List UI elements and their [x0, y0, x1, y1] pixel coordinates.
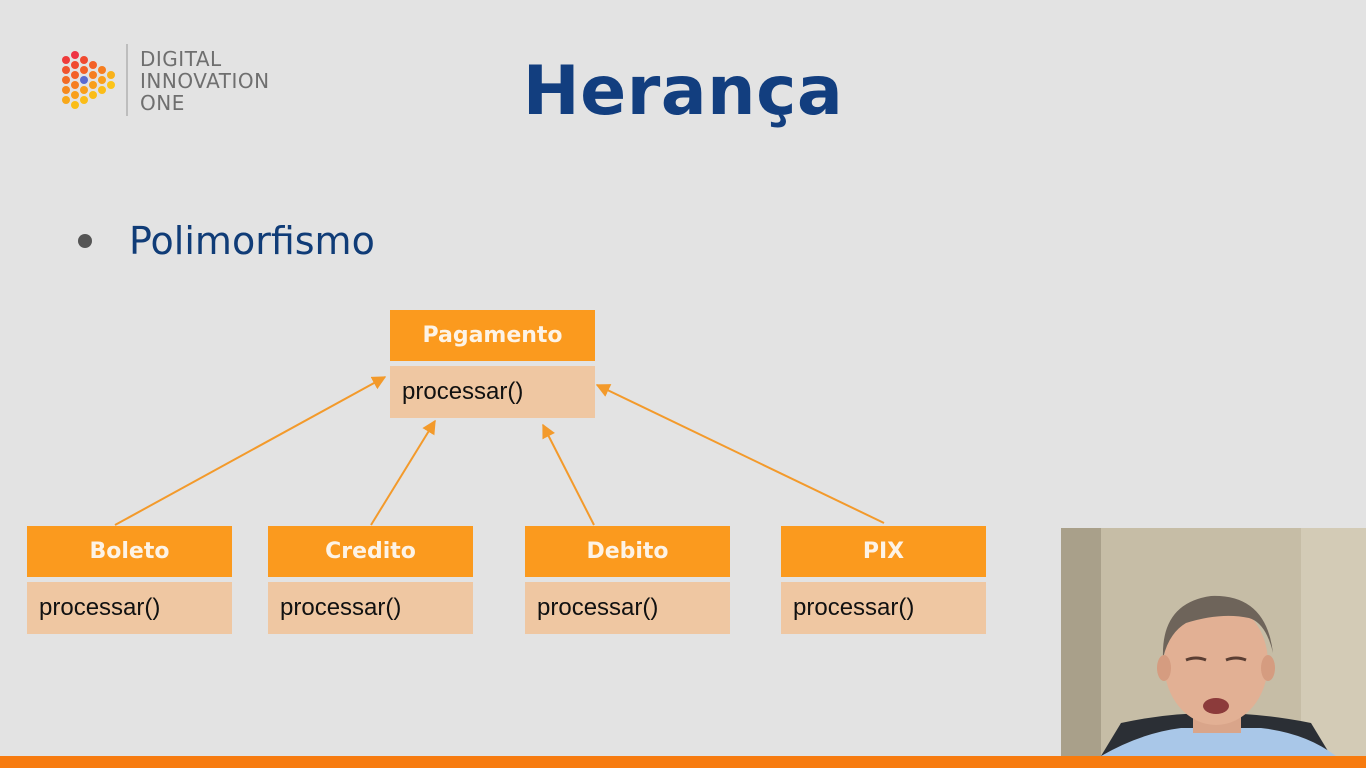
class-pix: PIX processar()	[781, 526, 986, 634]
bullet-item: Polimorfismo	[78, 216, 375, 266]
class-method: processar()	[268, 582, 473, 634]
class-credito: Credito processar()	[268, 526, 473, 634]
arrow-boleto	[114, 376, 387, 526]
presenter-webcam	[1061, 528, 1366, 756]
class-name: Pagamento	[390, 310, 595, 361]
slide: DIGITAL INNOVATION ONE Herança Polimorfi…	[0, 0, 1366, 768]
class-method: processar()	[525, 582, 730, 634]
slide-title: Herança	[522, 52, 844, 131]
bottom-accent-bar	[0, 756, 1366, 768]
bullet-dot-icon	[78, 234, 92, 248]
presenter-video-image	[1061, 528, 1366, 756]
class-method: processar()	[27, 582, 232, 634]
class-debito: Debito processar()	[525, 526, 730, 634]
class-name: Boleto	[27, 526, 232, 577]
class-boleto: Boleto processar()	[27, 526, 232, 634]
bullet-text: Polimorfismo	[129, 219, 375, 263]
class-name: Credito	[268, 526, 473, 577]
class-method: processar()	[781, 582, 986, 634]
class-method: processar()	[390, 366, 595, 418]
class-pagamento: Pagamento processar()	[390, 310, 595, 418]
class-name: Debito	[525, 526, 730, 577]
arrow-pix	[595, 384, 885, 524]
arrow-debito	[542, 423, 595, 526]
class-name: PIX	[781, 526, 986, 577]
arrow-credito	[370, 419, 436, 526]
